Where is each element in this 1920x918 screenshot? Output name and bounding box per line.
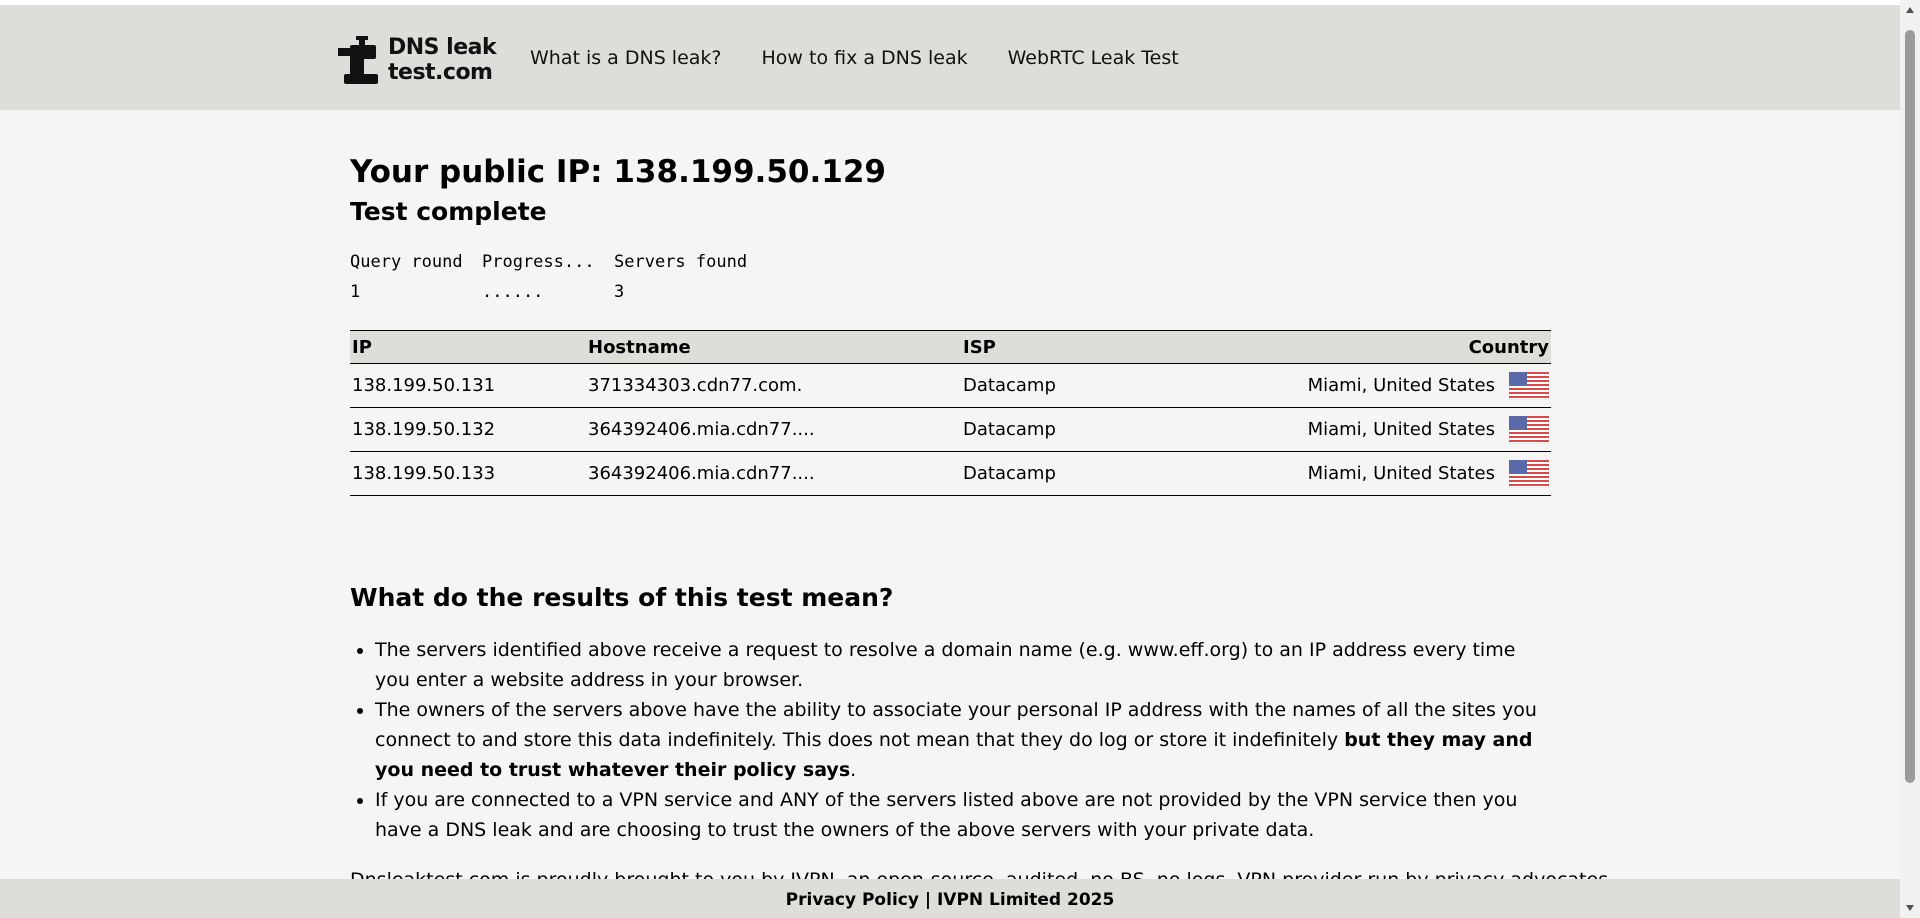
progress-header-servers: Servers found: [614, 252, 748, 272]
column-header-isp: ISP: [961, 330, 1261, 364]
dns-results-table: IP Hostname ISP Country 138.199.50.131 3…: [350, 330, 1551, 496]
cell-isp: Datacamp: [961, 363, 1261, 408]
progress-dots: ......: [482, 282, 544, 302]
us-flag-icon: [1509, 459, 1549, 488]
progress-header-row: Query round Progress... Servers found: [350, 247, 1551, 277]
cell-hostname: 364392406.mia.cdn77....: [586, 407, 961, 452]
cell-ip: 138.199.50.131: [350, 363, 586, 408]
site-header: DNS leak test.com What is a DNS leak? Ho…: [0, 5, 1900, 110]
main-content: Your public IP: 138.199.50.129 Test comp…: [350, 150, 1614, 895]
footer-text[interactable]: Privacy Policy | IVPN Limited 2025: [786, 890, 1115, 910]
faucet-icon: [338, 36, 378, 84]
table-row: 138.199.50.131 371334303.cdn77.com. Data…: [350, 363, 1551, 408]
progress-table: Query round Progress... Servers found 1 …: [350, 247, 1551, 307]
scroll-up-arrow-icon[interactable]: [1900, 0, 1920, 20]
us-flag-icon: [1509, 371, 1549, 400]
progress-servers-value: 3: [614, 282, 625, 302]
nav-what-is-dns-leak[interactable]: What is a DNS leak?: [530, 47, 722, 69]
test-status: Test complete: [350, 197, 547, 226]
logo-text: DNS leak test.com: [388, 35, 497, 85]
list-item: The owners of the servers above have the…: [375, 695, 1551, 785]
cell-country: Miami, United States: [1261, 363, 1551, 408]
country-label: Miami, United States: [1307, 462, 1495, 484]
results-meaning-heading: What do the results of this test mean?: [350, 583, 894, 612]
site-footer: Privacy Policy | IVPN Limited 2025: [0, 879, 1900, 918]
cell-country: Miami, United States: [1261, 451, 1551, 496]
list-item: If you are connected to a VPN service an…: [375, 785, 1551, 845]
progress-value-row: 1 ...... 3: [350, 277, 1551, 307]
scroll-down-arrow-icon[interactable]: [1900, 898, 1920, 918]
progress-header-progress: Progress...: [482, 252, 595, 272]
bullet-2-end: .: [850, 759, 857, 781]
logo-line-2: test.com: [388, 60, 493, 85]
cell-country: Miami, United States: [1261, 407, 1551, 452]
column-header-ip: IP: [350, 330, 586, 364]
progress-round-value: 1: [350, 282, 361, 302]
country-label: Miami, United States: [1307, 374, 1495, 396]
table-row: 138.199.50.133 364392406.mia.cdn77.... D…: [350, 451, 1551, 496]
table-header-row: IP Hostname ISP Country: [350, 330, 1551, 364]
table-row: 138.199.50.132 364392406.mia.cdn77.... D…: [350, 407, 1551, 452]
cell-ip: 138.199.50.132: [350, 407, 586, 452]
progress-header-round: Query round: [350, 252, 463, 272]
column-header-country: Country: [1261, 330, 1551, 364]
site-logo[interactable]: DNS leak test.com: [336, 30, 506, 90]
cell-isp: Datacamp: [961, 407, 1261, 452]
nav-webrtc-leak-test[interactable]: WebRTC Leak Test: [1008, 47, 1179, 69]
cell-hostname: 364392406.mia.cdn77....: [586, 451, 961, 496]
explanation-list: The servers identified above receive a r…: [350, 635, 1551, 845]
cell-hostname: 371334303.cdn77.com.: [586, 363, 961, 408]
public-ip-title: Your public IP: 138.199.50.129: [350, 154, 886, 190]
list-item: The servers identified above receive a r…: [375, 635, 1551, 695]
column-header-hostname: Hostname: [586, 330, 961, 364]
bullet-3-text: If you are connected to a VPN service an…: [375, 789, 1518, 841]
country-label: Miami, United States: [1307, 418, 1495, 440]
logo-line-1: DNS leak: [388, 35, 497, 60]
scrollbar-thumb[interactable]: [1905, 30, 1915, 783]
cell-ip: 138.199.50.133: [350, 451, 586, 496]
page-scrollbar[interactable]: [1900, 0, 1920, 918]
nav-how-to-fix[interactable]: How to fix a DNS leak: [762, 47, 968, 69]
cell-isp: Datacamp: [961, 451, 1261, 496]
main-nav: What is a DNS leak? How to fix a DNS lea…: [530, 47, 1219, 69]
us-flag-icon: [1509, 415, 1549, 444]
bullet-1-text: The servers identified above receive a r…: [375, 639, 1516, 691]
